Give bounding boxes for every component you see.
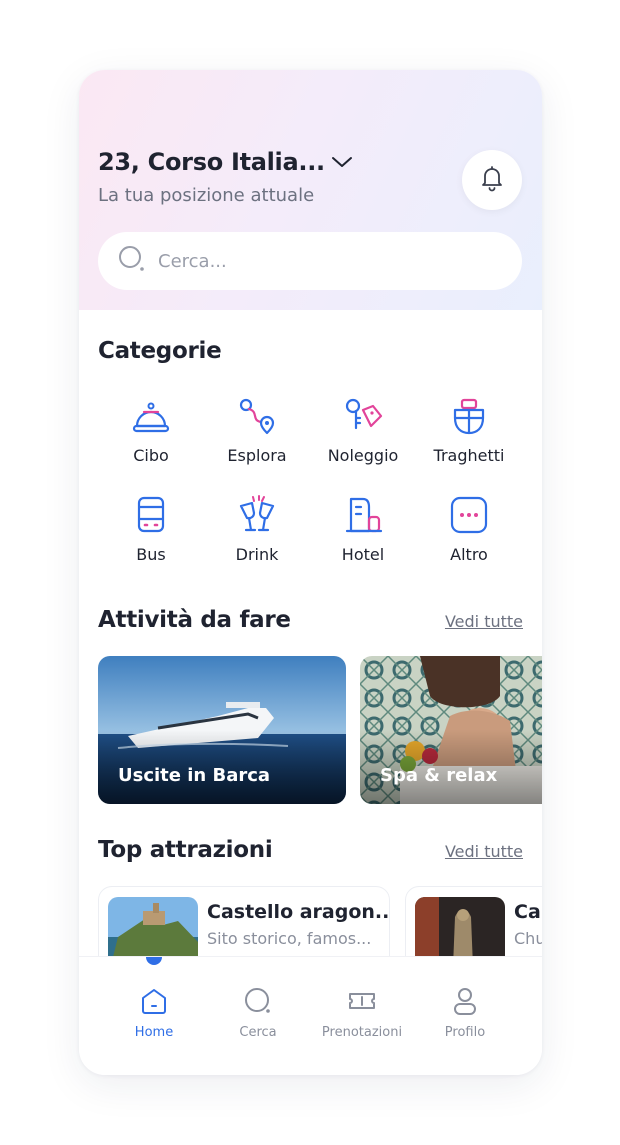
- active-tab-indicator: [146, 957, 162, 965]
- tab-label: Cerca: [239, 1025, 277, 1040]
- tab-search[interactable]: Cerca: [206, 985, 310, 1040]
- tab-bookings[interactable]: Prenotazioni: [310, 985, 414, 1040]
- cheers-glasses-icon: [204, 491, 310, 539]
- header: 23, Corso Italia... La tua posizione att…: [79, 70, 542, 310]
- category-label: Altro: [450, 545, 488, 564]
- search-bar[interactable]: Cerca...: [98, 232, 522, 290]
- tab-label: Home: [134, 1025, 174, 1040]
- category-label: Esplora: [227, 446, 287, 465]
- hotel-building-icon: [310, 491, 416, 539]
- ferry-icon: [416, 392, 522, 440]
- category-cibo[interactable]: Cibo: [98, 392, 204, 465]
- more-dots-icon: [416, 491, 522, 539]
- activity-card-label: Uscite in Barca: [118, 765, 271, 786]
- category-drink[interactable]: Drink: [204, 491, 310, 564]
- home-icon: [102, 985, 206, 1017]
- attraction-title: Castello aragon...: [207, 901, 390, 923]
- route-pin-icon: [204, 392, 310, 440]
- category-traghetti[interactable]: Traghetti: [416, 392, 522, 465]
- bell-icon: [479, 164, 505, 196]
- category-label: Bus: [136, 545, 166, 564]
- attraction-title: Ca: [514, 901, 541, 923]
- bottom-tab-bar: Home Cerca Prenotazioni Profilo: [79, 956, 542, 1075]
- tab-label: Profilo: [444, 1025, 486, 1040]
- chevron-down-icon: [331, 155, 353, 169]
- ticket-icon: [310, 985, 414, 1017]
- category-label: Cibo: [133, 446, 169, 465]
- app-screen: 23, Corso Italia... La tua posizione att…: [79, 70, 542, 1075]
- activity-card-spa[interactable]: Spa & relax: [360, 656, 542, 804]
- attraction-subtitle: Chu: [514, 929, 542, 948]
- search-icon: [118, 245, 146, 277]
- category-label: Traghetti: [433, 446, 505, 465]
- categories-title: Categorie: [98, 338, 222, 364]
- activities-see-all-link[interactable]: Vedi tutte: [445, 612, 523, 631]
- tab-home[interactable]: Home: [102, 985, 206, 1040]
- search-input[interactable]: Cerca...: [158, 251, 227, 272]
- attractions-title: Top attrazioni: [98, 837, 273, 863]
- attraction-subtitle: Sito storico, famos...: [207, 929, 372, 948]
- category-altro[interactable]: Altro: [416, 491, 522, 564]
- activity-card-boat[interactable]: Uscite in Barca: [98, 656, 346, 804]
- bus-icon: [98, 491, 204, 539]
- category-esplora[interactable]: Esplora: [204, 392, 310, 465]
- category-label: Noleggio: [327, 446, 399, 465]
- category-noleggio[interactable]: Noleggio: [310, 392, 416, 465]
- category-hotel[interactable]: Hotel: [310, 491, 416, 564]
- location-title: 23, Corso Italia...: [98, 148, 325, 176]
- category-label: Hotel: [341, 545, 385, 564]
- activities-title: Attività da fare: [98, 607, 291, 633]
- location-subtitle: La tua posizione attuale: [98, 185, 315, 206]
- tab-profile[interactable]: Profilo: [413, 985, 517, 1040]
- location-selector[interactable]: 23, Corso Italia...: [98, 148, 353, 176]
- food-cloche-icon: [98, 392, 204, 440]
- tab-label: Prenotazioni: [321, 1025, 403, 1040]
- category-label: Drink: [235, 545, 279, 564]
- user-icon: [413, 985, 517, 1017]
- category-bus[interactable]: Bus: [98, 491, 204, 564]
- activity-card-label: Spa & relax: [380, 765, 498, 786]
- key-tag-icon: [310, 392, 416, 440]
- search-icon: [206, 985, 310, 1017]
- attractions-see-all-link[interactable]: Vedi tutte: [445, 842, 523, 861]
- notifications-button[interactable]: [462, 150, 522, 210]
